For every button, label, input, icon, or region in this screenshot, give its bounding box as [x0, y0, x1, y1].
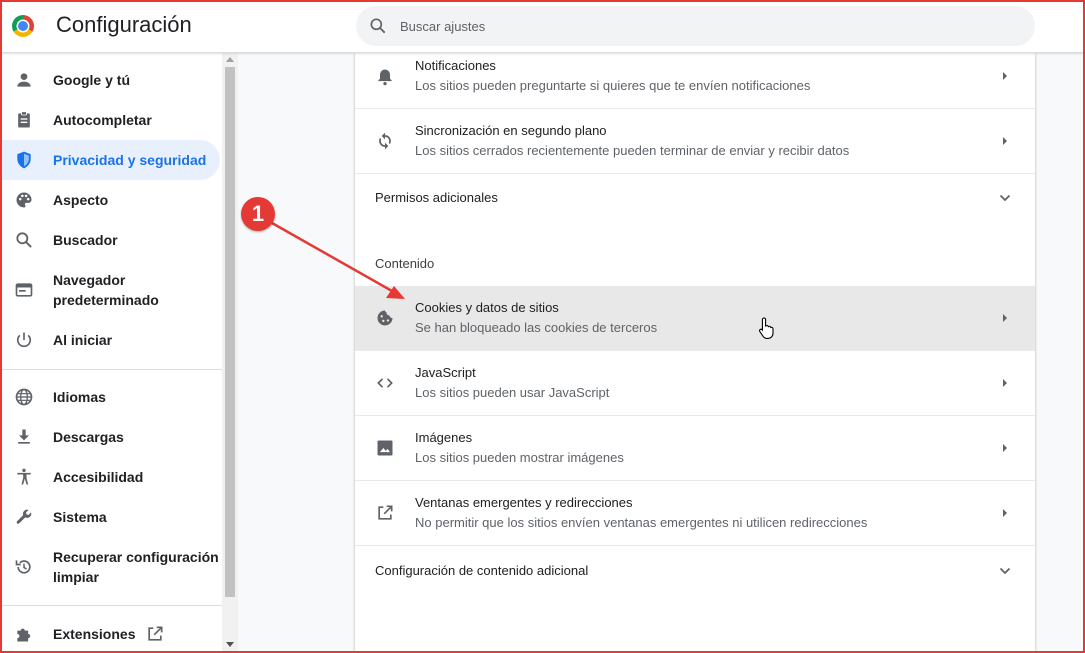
sidebar-item-default-browser[interactable]: Navegador predeterminado: [2, 260, 220, 320]
puzzle-icon: [17, 628, 31, 642]
row-subtitle: No permitir que los sitios envíen ventan…: [415, 515, 868, 530]
row-popups[interactable]: Ventanas emergentes y redirecciones No p…: [355, 481, 1035, 545]
browser-icon: [15, 283, 33, 297]
sidebar: Google y tú Autocompletar Privacidad y s…: [2, 53, 222, 651]
chevron-down-icon: [999, 194, 1011, 202]
chevron-right-icon: [1003, 314, 1007, 322]
row-notifications[interactable]: Notificaciones Los sitios pueden pregunt…: [355, 53, 1035, 108]
scroll-up-arrow-icon[interactable]: [226, 57, 234, 62]
sidebar-item-privacy[interactable]: Privacidad y seguridad: [2, 140, 220, 180]
row-additional-content[interactable]: Configuración de contenido adicional: [355, 546, 1035, 594]
row-subtitle: Los sitios pueden usar JavaScript: [415, 385, 610, 400]
sidebar-item-label: Recuperar configuración y limpiar: [53, 549, 219, 585]
sidebar-item-label: Google y tú: [53, 72, 130, 88]
sidebar-scrollbar[interactable]: [222, 53, 238, 651]
wrench-icon: [16, 509, 32, 524]
page-title: Configuración: [56, 12, 192, 37]
sidebar-item-label: Idiomas: [53, 389, 106, 405]
scroll-down-arrow-icon[interactable]: [226, 642, 234, 647]
main-content: Notificaciones Los sitios pueden pregunt…: [238, 53, 1083, 651]
chrome-logo-icon: [12, 15, 34, 37]
chevron-right-icon: [1003, 137, 1007, 145]
sidebar-item-label: Navegador predeterminado: [53, 272, 159, 308]
sidebar-divider: [2, 369, 222, 370]
open-external-icon: [148, 626, 163, 641]
row-title: Sincronización en segundo plano: [415, 123, 607, 138]
row-javascript[interactable]: JavaScript Los sitios pueden usar JavaSc…: [355, 351, 1035, 415]
row-subtitle: Se han bloqueado las cookies de terceros: [415, 320, 658, 335]
row-cookies[interactable]: Cookies y datos de sitios Se han bloquea…: [355, 286, 1035, 350]
chevron-right-icon: [1003, 509, 1007, 517]
sidebar-item-label: Al iniciar: [53, 332, 113, 348]
clipboard-icon: [18, 111, 30, 128]
row-background-sync[interactable]: Sincronización en segundo plano Los siti…: [355, 109, 1035, 173]
open-external-icon: [378, 505, 393, 520]
row-title: Ventanas emergentes y redirecciones: [415, 495, 633, 510]
sidebar-item-system[interactable]: Sistema: [2, 497, 220, 537]
bell-icon: [378, 69, 392, 86]
sidebar-item-reset[interactable]: Recuperar configuración y limpiar: [2, 537, 220, 597]
image-icon: [377, 440, 393, 456]
sidebar-item-downloads[interactable]: Descargas: [2, 417, 220, 457]
search-box[interactable]: [356, 6, 1035, 46]
chevron-right-icon: [1003, 72, 1007, 80]
sidebar-item-label: Aspecto: [53, 192, 109, 208]
row-additional-permissions[interactable]: Permisos adicionales: [355, 174, 1035, 220]
search-icon: [16, 232, 32, 248]
sidebar-item-google[interactable]: Google y tú: [2, 60, 220, 100]
palette-icon: [16, 192, 32, 208]
person-icon: [17, 73, 31, 87]
row-subtitle: Los sitios pueden mostrar imágenes: [415, 450, 624, 465]
sidebar-item-label: Buscador: [53, 232, 118, 248]
globe-icon: [15, 388, 33, 406]
sidebar-item-label: Privacidad y seguridad: [53, 152, 207, 168]
top-bar: Configuración: [2, 2, 1083, 53]
cookie-icon: [377, 310, 393, 326]
sidebar-item-extensions[interactable]: Extensiones: [2, 614, 220, 651]
restore-icon: [15, 560, 31, 574]
shield-icon: [17, 151, 31, 169]
row-title: Cookies y datos de sitios: [415, 300, 559, 315]
settings-card: Notificaciones Los sitios pueden pregunt…: [355, 53, 1035, 651]
row-subtitle: Los sitios cerrados recientemente pueden…: [415, 143, 850, 158]
sidebar-item-label: Descargas: [53, 429, 124, 445]
scroll-thumb[interactable]: [225, 67, 235, 597]
power-icon: [16, 332, 32, 348]
sidebar-item-label: Sistema: [53, 509, 107, 525]
annotation-badge: 1: [241, 197, 275, 231]
sidebar-item-on-startup[interactable]: Al iniciar: [2, 320, 220, 360]
sidebar-item-label: Accesibilidad: [53, 469, 144, 485]
sidebar-item-label: Autocompletar: [53, 112, 152, 128]
chevron-right-icon: [1003, 379, 1007, 387]
sync-icon: [379, 132, 391, 150]
row-title: Permisos adicionales: [375, 190, 498, 205]
row-title: JavaScript: [415, 365, 476, 380]
row-images[interactable]: Imágenes Los sitios pueden mostrar imáge…: [355, 416, 1035, 480]
chevron-right-icon: [1003, 444, 1007, 452]
chevron-down-icon: [999, 567, 1011, 575]
section-header-content: Contenido: [375, 256, 435, 271]
sidebar-item-appearance[interactable]: Aspecto: [2, 180, 220, 220]
row-title: Notificaciones: [415, 58, 496, 73]
row-title: Imágenes: [415, 430, 473, 445]
sidebar-divider: [2, 605, 222, 606]
sidebar-item-label: Extensiones: [53, 626, 136, 642]
row-subtitle: Los sitios pueden preguntarte si quieres…: [415, 78, 811, 93]
sidebar-item-languages[interactable]: Idiomas: [2, 377, 220, 417]
search-input[interactable]: [400, 6, 1000, 46]
sidebar-item-accessibility[interactable]: Accesibilidad: [2, 457, 220, 497]
row-title: Configuración de contenido adicional: [375, 563, 589, 578]
search-icon: [370, 18, 386, 34]
accessibility-icon: [17, 468, 31, 485]
code-icon: [377, 378, 393, 388]
hand-cursor-icon: [758, 317, 774, 339]
sidebar-item-autofill[interactable]: Autocompletar: [2, 100, 220, 140]
sidebar-item-search-engine[interactable]: Buscador: [2, 220, 220, 260]
download-icon: [18, 429, 30, 444]
